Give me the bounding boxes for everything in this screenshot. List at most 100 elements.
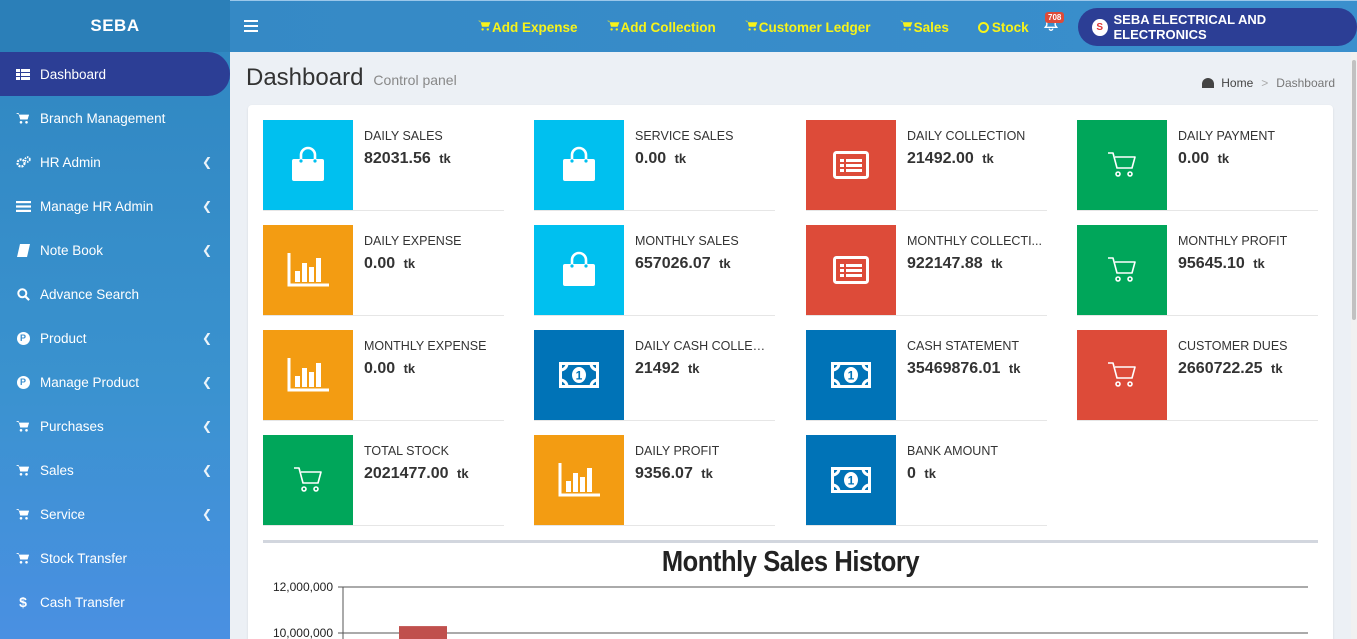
chevron-left-icon[interactable]: ❮	[202, 463, 212, 477]
sidebar-item-branch-management[interactable]: Branch Management	[0, 96, 230, 140]
chart-y-tick-label: 12,000,000	[273, 580, 333, 594]
stat-box-bank-amount[interactable]: 1 BANK AMOUNT 0 tk	[806, 435, 1047, 526]
sidebar-item-stock-transfer[interactable]: Stock Transfer	[0, 536, 230, 580]
stat-box-total-stock[interactable]: TOTAL STOCK 2021477.00 tk	[263, 435, 504, 526]
quick-links: Add Expense Add Collection Customer Ledger…	[478, 1, 1058, 53]
shopping-bag-icon	[534, 120, 624, 210]
monthly-sales-chart: 12,000,000 10,000,000	[273, 580, 1308, 639]
company-account-button[interactable]: S SEBA ELECTRICAL AND ELECTRONICS	[1078, 8, 1357, 46]
sidebar-item-label: Advance Search	[40, 286, 140, 302]
stat-unit: tk	[1217, 151, 1230, 166]
svg-text:1: 1	[848, 474, 855, 488]
chevron-left-icon[interactable]: ❮	[202, 507, 212, 521]
cart-icon	[899, 20, 913, 34]
stat-label: CUSTOMER DUES	[1178, 339, 1288, 353]
breadcrumb: Home > Dashboard	[1202, 76, 1335, 90]
chevron-left-icon[interactable]: ❮	[202, 155, 212, 169]
product-icon: P	[15, 375, 31, 389]
stat-amount: 9356.07	[635, 465, 693, 482]
stat-label: MONTHLY PROFIT	[1178, 234, 1288, 248]
stat-amount: 657026.07	[635, 255, 711, 272]
stat-box-daily-expense[interactable]: DAILY EXPENSE 0.00 tk	[263, 225, 504, 316]
stat-unit: tk	[924, 466, 936, 481]
toplink-label: Sales	[913, 19, 949, 35]
sidebar-item-label: Manage HR Admin	[40, 198, 154, 214]
stat-box-monthly-profit[interactable]: MONTHLY PROFIT 95645.10 tk	[1077, 225, 1318, 316]
toplink-label: Add Collection	[620, 19, 716, 35]
product-icon: P	[15, 331, 31, 345]
sidebar-item-dashboard[interactable]: Dashboard	[0, 52, 230, 96]
stat-value: 922147.88 tk	[907, 255, 1003, 273]
sidebar-item-purchases[interactable]: Purchases ❮	[0, 404, 230, 448]
stat-box-daily-cash-collec[interactable]: 1 DAILY CASH COLLEC... 21492 tk	[534, 330, 775, 421]
stat-amount: 0.00	[1178, 150, 1210, 167]
content-header: Dashboard Control panel	[246, 64, 457, 92]
sidebar-item-hr-admin[interactable]: HR Admin ❮	[0, 140, 230, 184]
chevron-left-icon[interactable]: ❮	[202, 331, 212, 345]
stat-box-monthly-collecti[interactable]: MONTHLY COLLECTI... 922147.88 tk	[806, 225, 1047, 316]
stat-label: BANK AMOUNT	[907, 444, 998, 458]
stats-panel: DAILY SALES 82031.56 tk SERVICE SALES 0.00 …	[248, 105, 1333, 639]
stat-unit: tk	[439, 151, 451, 166]
toplink-customer-ledger[interactable]: Customer Ledger	[744, 19, 871, 35]
top-navbar: Add Expense Add Collection Customer Ledger…	[230, 0, 1357, 52]
book-icon	[15, 243, 31, 257]
stat-box-daily-payment[interactable]: DAILY PAYMENT 0.00 tk	[1077, 120, 1318, 211]
toplink-add-collection[interactable]: Add Collection	[606, 19, 716, 35]
stat-box-cash-statement[interactable]: 1 CASH STATEMENT 35469876.01 tk	[806, 330, 1047, 421]
stat-unit: tk	[456, 466, 469, 481]
stat-box-service-sales[interactable]: SERVICE SALES 0.00 tk	[534, 120, 775, 211]
stat-value: 0.00 tk	[1178, 150, 1229, 168]
sidebar-item-manage-product[interactable]: P Manage Product ❮	[0, 360, 230, 404]
stat-box-monthly-expense[interactable]: MONTHLY EXPENSE 0.00 tk	[263, 330, 504, 421]
menu-toggle-icon[interactable]	[244, 20, 258, 32]
stat-value: 2021477.00 tk	[364, 465, 469, 483]
sidebar-item-service[interactable]: Service ❮	[0, 492, 230, 536]
sidebar-menu: Dashboard Branch Management HR Admin ❮ Manag…	[0, 52, 230, 624]
stat-label: MONTHLY EXPENSE	[364, 339, 487, 353]
stat-box-daily-collection[interactable]: DAILY COLLECTION 21492.00 tk	[806, 120, 1047, 211]
stat-box-daily-sales[interactable]: DAILY SALES 82031.56 tk	[263, 120, 504, 211]
sidebar-item-product[interactable]: P Product ❮	[0, 316, 230, 360]
sidebar-item-sales[interactable]: Sales ❮	[0, 448, 230, 492]
toplink-label: Add Expense	[492, 19, 578, 35]
section-divider	[263, 540, 1318, 543]
cart-icon	[606, 20, 620, 34]
stat-unit: tk	[991, 256, 1003, 271]
company-name: SEBA ELECTRICAL AND ELECTRONICS	[1113, 12, 1267, 42]
stat-box-daily-profit[interactable]: DAILY PROFIT 9356.07 tk	[534, 435, 775, 526]
sidebar-item-manage-hr-admin[interactable]: Manage HR Admin ❮	[0, 184, 230, 228]
sidebar-item-note-book[interactable]: Note Book ❮	[0, 228, 230, 272]
shopping-bag-icon	[263, 120, 353, 210]
chevron-left-icon[interactable]: ❮	[202, 243, 212, 257]
toplink-stock[interactable]: Stock	[977, 19, 1029, 35]
stat-value: 0.00 tk	[635, 150, 686, 168]
stat-amount: 35469876.01	[907, 360, 1001, 377]
page-scrollbar-thumb[interactable]	[1352, 60, 1356, 320]
sidebar-item-label: Cash Transfer	[40, 594, 125, 610]
sidebar-item-cash-transfer[interactable]: $ Cash Transfer	[0, 580, 230, 624]
stat-value: 35469876.01 tk	[907, 360, 1020, 378]
cart-icon	[15, 419, 31, 433]
cart-icon	[263, 435, 353, 525]
sidebar-item-advance-search[interactable]: Advance Search	[0, 272, 230, 316]
chevron-left-icon[interactable]: ❮	[202, 199, 212, 213]
chevron-left-icon[interactable]: ❮	[202, 375, 212, 389]
stat-box-monthly-sales[interactable]: MONTHLY SALES 657026.07 tk	[534, 225, 775, 316]
toplink-label: Stock	[991, 19, 1029, 35]
chart-bar[interactable]	[399, 626, 447, 639]
toplink-sales[interactable]: Sales	[899, 19, 949, 35]
stat-amount: 0	[907, 465, 916, 482]
stat-box-customer-dues[interactable]: CUSTOMER DUES 2660722.25 tk	[1077, 330, 1318, 421]
stat-unit: tk	[403, 256, 416, 271]
money-icon: 1	[806, 330, 896, 420]
stat-label: DAILY CASH COLLEC...	[635, 339, 770, 353]
toplink-label: Customer Ledger	[758, 19, 871, 35]
cart-icon	[744, 20, 758, 34]
toplink-add-expense[interactable]: Add Expense	[478, 20, 578, 35]
list-icon	[15, 199, 31, 213]
chevron-left-icon[interactable]: ❮	[202, 419, 212, 433]
stat-amount: 95645.10	[1178, 255, 1245, 272]
breadcrumb-home-link[interactable]: Home	[1221, 76, 1253, 90]
brand-logo[interactable]: SEBA	[0, 0, 230, 52]
